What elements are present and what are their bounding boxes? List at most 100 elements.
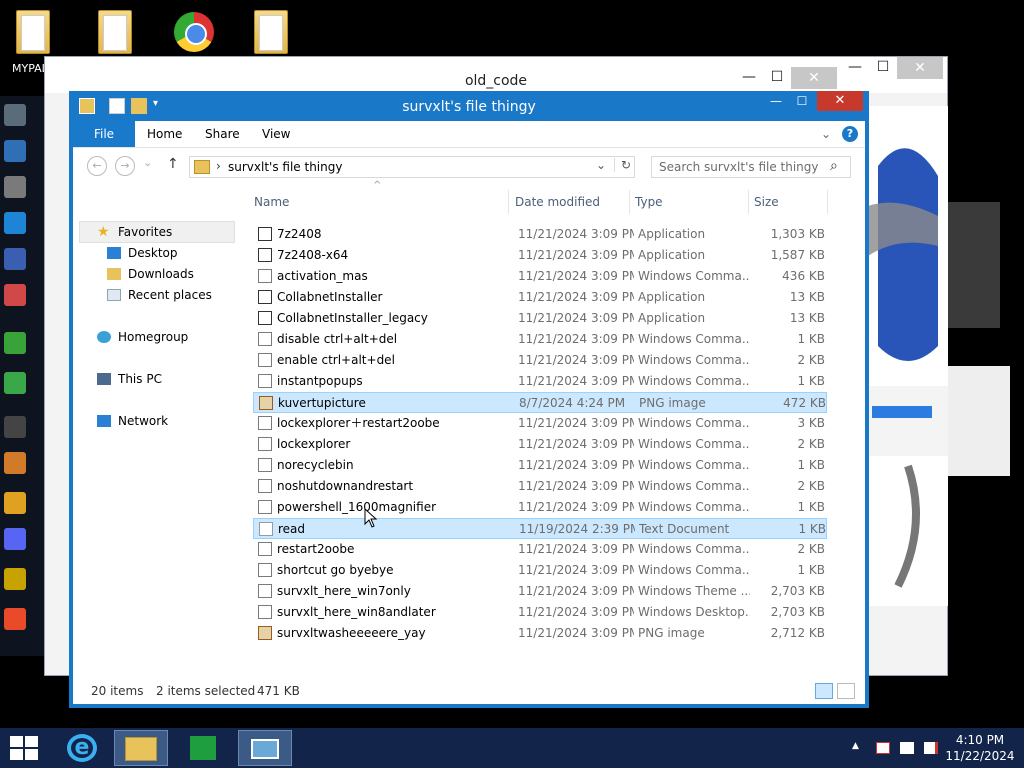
clock[interactable]: 4:10 PM 11/22/2024 bbox=[940, 732, 1020, 764]
taskbar-photos[interactable] bbox=[238, 730, 292, 766]
background-maximize-button-2[interactable]: ☐ bbox=[873, 59, 893, 75]
taskbar-store[interactable] bbox=[176, 730, 230, 766]
back-button[interactable]: ← bbox=[87, 156, 107, 176]
start-button[interactable] bbox=[10, 736, 40, 760]
maximize-button[interactable]: ☐ bbox=[789, 91, 815, 111]
app-icon bbox=[4, 140, 26, 162]
file-row[interactable]: noshutdownandrestart 11/21/2024 3:09 PM Wi… bbox=[253, 476, 827, 497]
recent-locations-button[interactable]: ⌄ bbox=[143, 156, 152, 169]
file-row[interactable]: restart2oobe 11/21/2024 3:09 PM Windows Co… bbox=[253, 539, 827, 560]
details-view-button[interactable] bbox=[815, 683, 833, 699]
breadcrumb-chevron[interactable]: › bbox=[216, 159, 221, 173]
explorer-titlebar[interactable]: ▾ survxlt's file thingy — ☐ ✕ bbox=[69, 91, 869, 121]
windows-logo-tile bbox=[10, 749, 23, 760]
tab-home[interactable]: Home bbox=[147, 121, 182, 147]
file-type: Windows Comma... bbox=[638, 437, 750, 451]
background-close-button-2[interactable]: ✕ bbox=[897, 57, 943, 79]
column-divider[interactable] bbox=[827, 190, 828, 214]
taskbar-file-explorer[interactable] bbox=[114, 730, 168, 766]
ribbon-expand-button[interactable]: ⌄ bbox=[821, 121, 831, 147]
search-placeholder: Search survxlt's file thingy bbox=[659, 160, 819, 174]
folder-icon bbox=[254, 10, 288, 54]
tab-file[interactable]: File bbox=[73, 121, 135, 147]
file-type: Windows Comma... bbox=[638, 374, 750, 388]
background-maximize-button[interactable]: ☐ bbox=[767, 69, 787, 85]
column-divider[interactable] bbox=[748, 190, 749, 214]
file-type: Windows Comma... bbox=[638, 563, 750, 577]
7z-app-icon bbox=[258, 248, 272, 262]
file-row[interactable]: enable ctrl+alt+del 11/21/2024 3:09 PM Win… bbox=[253, 350, 827, 371]
explorer-window[interactable]: ▾ survxlt's file thingy — ☐ ✕ File Home … bbox=[69, 91, 869, 708]
column-divider[interactable] bbox=[508, 190, 509, 214]
folder-icon bbox=[194, 160, 210, 174]
file-row[interactable]: 7z2408-x64 11/21/2024 3:09 PM Application 1… bbox=[253, 245, 827, 266]
address-dropdown-button[interactable]: ⌄ bbox=[596, 158, 606, 172]
file-size: 2,712 KB bbox=[770, 626, 825, 640]
file-size: 1 KB bbox=[797, 500, 825, 514]
cmd-icon bbox=[258, 542, 272, 556]
file-row[interactable]: lockexplorer＋restart2oobe 11/21/2024 3:09… bbox=[253, 413, 827, 434]
taskbar-internet-explorer[interactable]: e bbox=[56, 730, 110, 766]
file-row[interactable]: read 11/19/2024 2:39 PM Text Document 1 KB bbox=[253, 518, 827, 539]
file-row[interactable]: powershell_1600magnifier 11/21/2024 3:09 … bbox=[253, 497, 827, 518]
background-window-titlebar[interactable]: old_code — ☐ ✕ — ☐ ✕ bbox=[45, 57, 947, 93]
file-row[interactable]: CollabnetInstaller_legacy 11/21/2024 3:09… bbox=[253, 308, 827, 329]
address-bar[interactable]: › survxlt's file thingy ⌄ ↻ bbox=[189, 156, 635, 178]
app-icon bbox=[4, 176, 26, 198]
column-divider[interactable] bbox=[629, 190, 630, 214]
background-minimize-button[interactable]: — bbox=[739, 69, 759, 85]
file-size: 472 KB bbox=[783, 396, 826, 410]
desktop-icon-folder-2[interactable] bbox=[88, 4, 148, 64]
desktop-icon bbox=[107, 247, 121, 259]
file-row[interactable]: survxltwasheeeeere_yay 11/21/2024 3:09 PM… bbox=[253, 623, 827, 644]
file-row[interactable]: activation_mas 11/21/2024 3:09 PM Windows … bbox=[253, 266, 827, 287]
column-header-date[interactable]: Date modified bbox=[515, 190, 629, 214]
file-row[interactable]: survxlt_here_win8andlater 11/21/2024 3:09… bbox=[253, 602, 827, 623]
help-icon[interactable]: ? bbox=[842, 126, 858, 142]
column-header-size[interactable]: Size bbox=[754, 190, 824, 214]
file-size: 2 KB bbox=[797, 353, 825, 367]
network-status-icon[interactable] bbox=[900, 742, 914, 754]
search-input[interactable]: Search survxlt's file thingy ⌕ bbox=[651, 156, 851, 178]
file-row[interactable]: survxlt_here_win7only 11/21/2024 3:09 PM W… bbox=[253, 581, 827, 602]
refresh-button[interactable]: ↻ bbox=[614, 158, 631, 172]
up-button[interactable]: ↑ bbox=[167, 156, 179, 172]
show-hidden-icons-button[interactable]: ▲ bbox=[852, 741, 859, 751]
file-row[interactable]: lockexplorer 11/21/2024 3:09 PM Windows Co… bbox=[253, 434, 827, 455]
minimize-button[interactable]: — bbox=[763, 91, 789, 111]
file-name: CollabnetInstaller bbox=[277, 290, 383, 304]
nav-network-label: Network bbox=[118, 414, 169, 428]
file-row[interactable]: CollabnetInstaller 11/21/2024 3:09 PM Appl… bbox=[253, 287, 827, 308]
volume-muted-icon[interactable] bbox=[924, 742, 938, 754]
desktop-icon-chrome[interactable] bbox=[170, 4, 230, 64]
file-name: noshutdownandrestart bbox=[277, 479, 414, 493]
file-size: 2,703 KB bbox=[770, 605, 825, 619]
background-close-button[interactable]: ✕ bbox=[791, 67, 837, 89]
breadcrumb-current[interactable]: survxlt's file thingy bbox=[228, 160, 342, 174]
desktop-icon-mypal[interactable]: MYPAL 68 bbox=[6, 4, 66, 75]
large-icons-view-button[interactable] bbox=[837, 683, 855, 699]
file-row[interactable]: disable ctrl+alt+del 11/21/2024 3:09 PM Wi… bbox=[253, 329, 827, 350]
explorer-body: File Home Share View ⌄ ? ← → ⌄ ↑ › survx… bbox=[73, 121, 865, 704]
file-date: 11/21/2024 3:09 PM bbox=[518, 584, 634, 598]
file-row[interactable]: shortcut go byebye 11/21/2024 3:09 PM Wind… bbox=[253, 560, 827, 581]
cmd-icon bbox=[258, 458, 272, 472]
file-row[interactable]: instantpopups 11/21/2024 3:09 PM Windows C… bbox=[253, 371, 827, 392]
tab-view[interactable]: View bbox=[262, 121, 290, 147]
file-date: 11/21/2024 3:09 PM bbox=[518, 437, 634, 451]
tab-share[interactable]: Share bbox=[205, 121, 240, 147]
desktop-icon-folder-3[interactable] bbox=[244, 4, 304, 64]
file-row[interactable]: kuvertupicture 8/7/2024 4:24 PM PNG image 4… bbox=[253, 392, 827, 413]
search-icon[interactable]: ⌕ bbox=[830, 158, 838, 174]
forward-button[interactable]: → bbox=[115, 156, 135, 176]
file-date: 11/21/2024 3:09 PM bbox=[518, 269, 634, 283]
column-header-type[interactable]: Type bbox=[635, 190, 745, 214]
action-center-icon[interactable] bbox=[876, 742, 890, 754]
file-row[interactable]: 7z2408 11/21/2024 3:09 PM Application 1,303… bbox=[253, 224, 827, 245]
app-icon bbox=[258, 311, 272, 325]
background-minimize-button-2[interactable]: — bbox=[845, 59, 865, 75]
file-row[interactable]: norecyclebin 11/21/2024 3:09 PM Windows Co… bbox=[253, 455, 827, 476]
close-button[interactable]: ✕ bbox=[817, 91, 863, 111]
file-list: ^ Name Date modified Type Size 7z2408 11/… bbox=[251, 180, 863, 678]
column-header-name[interactable]: Name bbox=[254, 190, 502, 214]
